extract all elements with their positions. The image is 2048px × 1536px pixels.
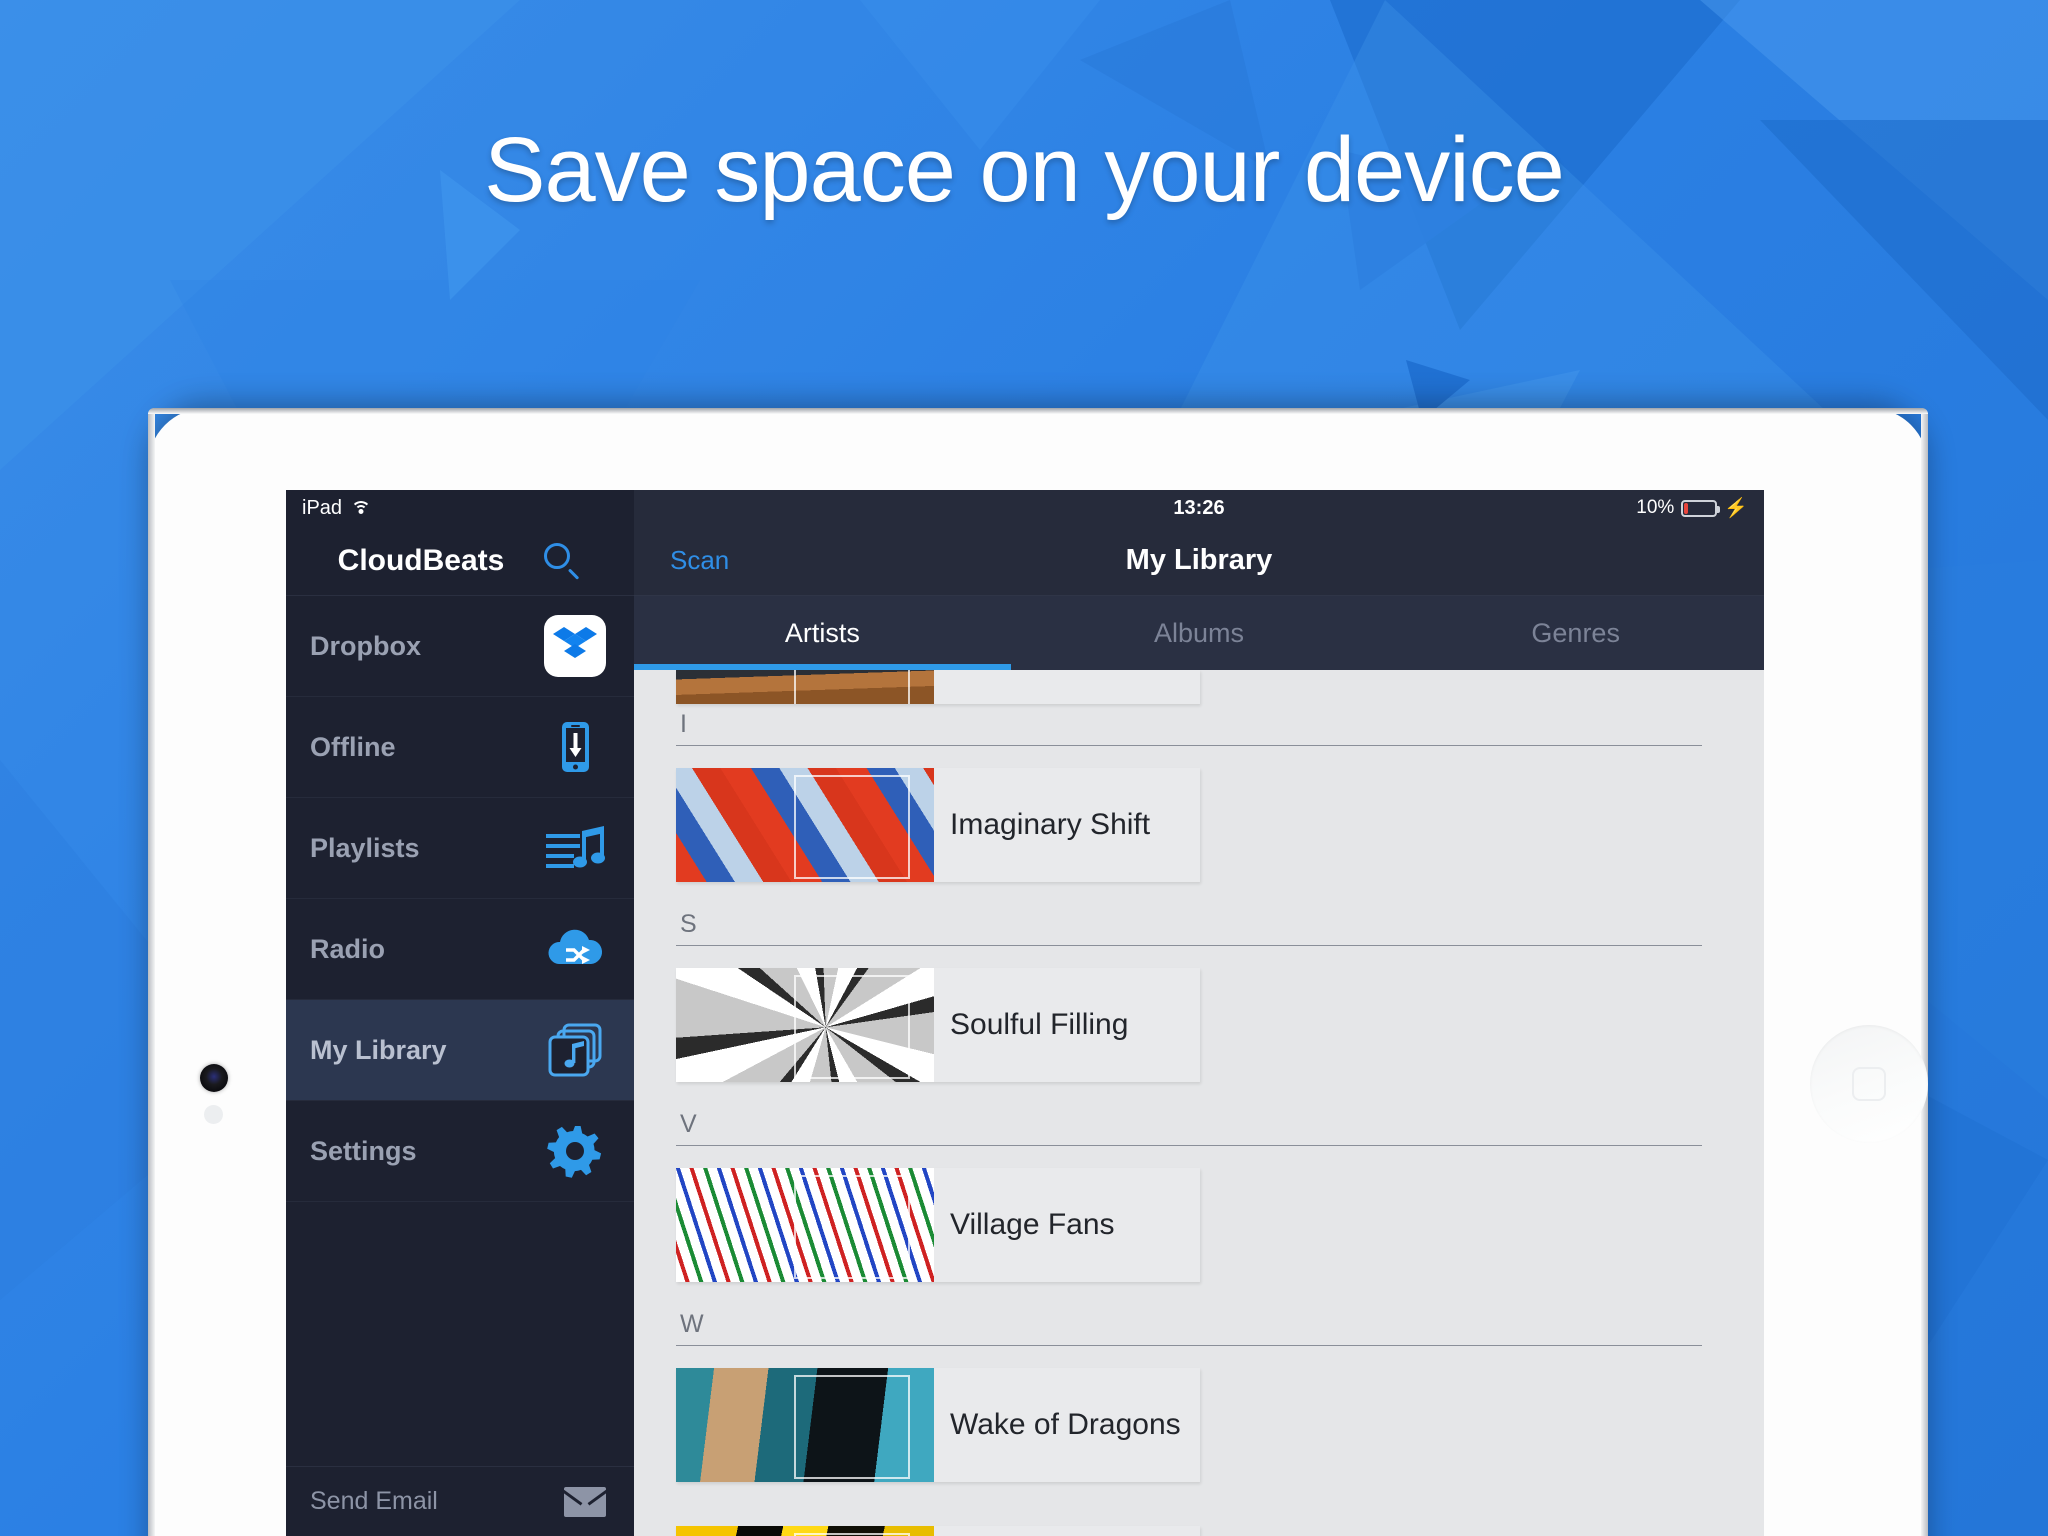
sidebar-header: CloudBeats	[286, 526, 634, 596]
list-item[interactable]: Wake of Dragons	[676, 1368, 1200, 1482]
tab-genres[interactable]: Genres	[1387, 596, 1764, 670]
sidebar-item-playlists[interactable]: Playlists	[286, 798, 634, 899]
album-artwork	[676, 670, 934, 704]
scan-button[interactable]: Scan	[670, 545, 729, 576]
section-header-v: V	[676, 1104, 1702, 1146]
tab-bar: Artists Albums Genres	[634, 596, 1764, 670]
device-edge-right	[1921, 408, 1928, 1536]
section-rows-v: Village Fans	[634, 1146, 1764, 1304]
device-edge-left	[148, 408, 155, 1536]
artist-name: Village Fans	[950, 1208, 1115, 1241]
artist-name: Imaginary Shift	[950, 808, 1151, 841]
section-rows-w: Wake of Dragons White Mushrooms	[634, 1346, 1764, 1536]
sidebar-item-dropbox[interactable]: Dropbox	[286, 596, 634, 697]
list-item[interactable]: White Mushrooms	[676, 1526, 1200, 1536]
sidebar-item-label: Settings	[310, 1135, 417, 1166]
send-email-label: Send Email	[310, 1487, 438, 1515]
section-header-w: W	[676, 1304, 1702, 1346]
device-screen: iPad CloudBeats Dropbox Offline Playlist…	[286, 490, 1764, 1536]
list-item[interactable]: Imaginary Shift	[676, 768, 1200, 882]
list-item[interactable]	[676, 670, 1200, 704]
status-bar-left: iPad	[286, 490, 634, 526]
artist-name: Soulful Filling	[950, 1008, 1129, 1041]
sidebar-item-settings[interactable]: Settings	[286, 1101, 634, 1202]
device-label: iPad	[302, 496, 343, 519]
tab-albums[interactable]: Albums	[1011, 596, 1388, 670]
battery-indicator: 10% ⚡	[1636, 490, 1748, 526]
send-email-button[interactable]: Send Email	[286, 1466, 634, 1536]
playlist-music-icon	[544, 817, 606, 879]
artist-list[interactable]: I Imaginary Shift S Soulful Filling V Vi…	[634, 670, 1764, 1536]
light-sensor	[204, 1105, 223, 1124]
tab-artists[interactable]: Artists	[634, 596, 1011, 670]
artist-name: Wake of Dragons	[950, 1408, 1181, 1441]
charging-bolt-icon: ⚡	[1724, 497, 1748, 519]
nav-title: My Library	[1125, 544, 1273, 576]
gear-icon	[544, 1120, 606, 1182]
album-artwork	[676, 1526, 934, 1536]
dropbox-icon	[544, 615, 606, 677]
sidebar-item-radio[interactable]: Radio	[286, 899, 634, 1000]
cloud-shuffle-icon	[544, 918, 606, 980]
front-camera	[200, 1064, 228, 1092]
search-icon[interactable]	[542, 541, 582, 581]
envelope-icon	[564, 1486, 606, 1517]
device-edge-top	[148, 408, 1928, 414]
main-panel: 13:26 10% ⚡ Scan My Library Artists Albu…	[634, 490, 1764, 1536]
section-rows-s: Soulful Filling	[634, 946, 1764, 1104]
sidebar-item-offline[interactable]: Offline	[286, 697, 634, 798]
album-artwork	[676, 1368, 934, 1482]
sidebar-item-my-library[interactable]: My Library	[286, 1000, 634, 1101]
sidebar-item-label: Offline	[310, 731, 396, 762]
section-rows-i: Imaginary Shift	[634, 746, 1764, 904]
wifi-icon	[350, 499, 372, 517]
battery-icon	[1681, 499, 1721, 517]
sidebar-item-label: Radio	[310, 933, 386, 964]
device-download-icon	[544, 716, 606, 778]
page-title: Save space on your device	[484, 119, 1565, 221]
album-artwork	[676, 768, 934, 882]
battery-percent-label: 10%	[1636, 497, 1675, 518]
sidebar: iPad CloudBeats Dropbox Offline Playlist…	[286, 490, 634, 1536]
album-artwork	[676, 968, 934, 1082]
app-title: CloudBeats	[337, 543, 505, 577]
sidebar-item-label: My Library	[310, 1034, 447, 1065]
tab-label: Genres	[1531, 617, 1620, 648]
section-header-s: S	[676, 904, 1702, 946]
sidebar-item-label: Dropbox	[310, 630, 421, 661]
list-item[interactable]: Village Fans	[676, 1168, 1200, 1282]
tab-label: Albums	[1153, 617, 1245, 648]
album-artwork	[676, 1168, 934, 1282]
nav-bar: Scan My Library	[634, 526, 1764, 596]
list-item[interactable]: Soulful Filling	[676, 968, 1200, 1082]
home-button-square-icon	[1852, 1067, 1886, 1101]
battery-fill	[1684, 502, 1688, 514]
library-music-icon	[544, 1019, 606, 1081]
tab-label: Artists	[784, 617, 860, 648]
sidebar-item-label: Playlists	[310, 832, 420, 863]
section-header-i: I	[676, 704, 1702, 746]
clock: 13:26	[1173, 496, 1225, 519]
home-button[interactable]	[1810, 1025, 1928, 1143]
status-bar-right: 13:26 10% ⚡	[634, 490, 1764, 526]
promo-background: Save space on your device iPad CloudBeat…	[0, 0, 2048, 1536]
